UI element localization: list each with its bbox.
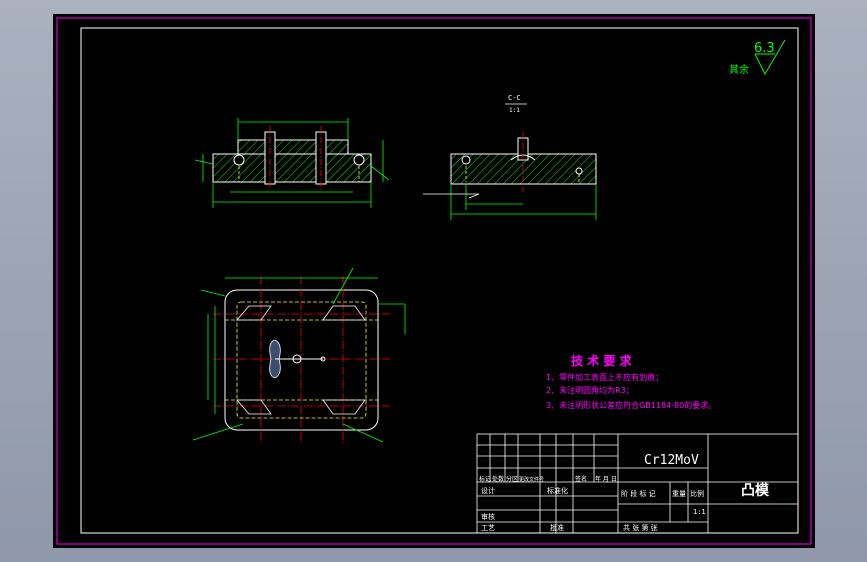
label-standardization: 标准化	[547, 486, 568, 495]
material: Cr12MoV	[644, 453, 699, 468]
header-signature: 签名	[575, 475, 587, 483]
sheet-info: 共 张 第 张	[623, 523, 658, 532]
drawing-sheet: 6.3 其余 C-C 1:1 技 术 要 求 1、零件加工表面上不应有划痕； 2…	[53, 14, 815, 548]
section-label: C-C	[508, 94, 521, 102]
label-review: 审核	[481, 512, 495, 521]
section-view: C-C 1:1	[423, 94, 597, 220]
header-count: 处数	[492, 475, 504, 483]
header-date: 年 月 日	[595, 475, 617, 483]
section-scale: 1:1	[509, 107, 520, 114]
label-scale: 比例	[690, 489, 704, 498]
tech-requirement-1: 1、零件加工表面上不应有划痕；	[546, 372, 663, 382]
label-process: 工艺	[481, 524, 495, 532]
tech-requirements-title: 技 术 要 求	[571, 353, 633, 368]
label-design: 设计	[481, 486, 495, 495]
scale-value: 1:1	[693, 508, 706, 516]
technical-requirements: 技 术 要 求 1、零件加工表面上不应有划痕； 2、未注明圆角均为R3； 3、未…	[546, 353, 716, 410]
label-approve: 批准	[550, 523, 564, 532]
header-mark: 标记	[479, 475, 491, 483]
part-name: 凸模	[741, 482, 770, 499]
roughness-label: 其余	[729, 63, 749, 76]
label-weight: 重量	[672, 490, 686, 498]
header-zone: 分区	[506, 475, 518, 483]
top-view	[192, 267, 406, 444]
header-change-doc: 更改文件号	[519, 476, 544, 483]
roughness-value: 6.3	[754, 41, 775, 56]
label-stage-mark: 阶 段 标 记	[621, 489, 656, 498]
tech-requirement-3: 3、未注明形状公差应符合GB1184-80的要求。	[546, 400, 716, 410]
drawing-canvas: 6.3 其余 C-C 1:1 技 术 要 求 1、零件加工表面上不应有划痕； 2…	[56, 17, 812, 545]
front-view	[194, 118, 390, 208]
tech-requirement-2: 2、未注明圆角均为R3；	[546, 385, 634, 395]
title-block-text: Cr12MoV 凸模 标记 处数 分区 更改文件号 签名 年 月 日 设计 标准…	[479, 453, 770, 532]
roughness-symbol: 6.3 其余	[729, 39, 786, 76]
